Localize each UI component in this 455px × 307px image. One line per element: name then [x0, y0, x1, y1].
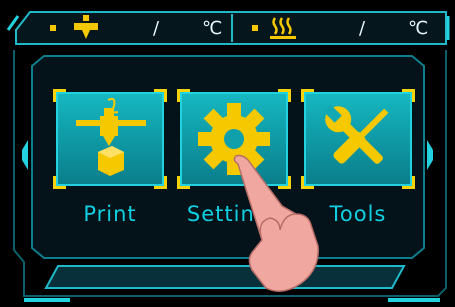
- tools-icon: [323, 104, 389, 164]
- bed-separator: /: [358, 17, 366, 39]
- bed-unit: ℃: [408, 17, 429, 39]
- nozzle-dot: [50, 25, 56, 31]
- nozzle-unit: ℃: [202, 17, 223, 39]
- bed-temperature: / ℃: [252, 14, 428, 42]
- tools-button[interactable]: [301, 89, 415, 189]
- settings-button[interactable]: [177, 89, 291, 189]
- heated-bed-icon: [270, 17, 296, 39]
- tools-label: Tools: [329, 202, 387, 226]
- nozzle-icon: [74, 15, 98, 39]
- gear-icon: [198, 103, 270, 175]
- print-label: Print: [83, 202, 137, 226]
- nozzle-separator: /: [152, 17, 160, 39]
- nozzle-temperature: / ℃: [50, 14, 222, 42]
- settings-label: Settings: [186, 202, 282, 226]
- bed-dot: [252, 25, 258, 31]
- print-button[interactable]: [53, 89, 167, 189]
- print-icon: [76, 97, 146, 176]
